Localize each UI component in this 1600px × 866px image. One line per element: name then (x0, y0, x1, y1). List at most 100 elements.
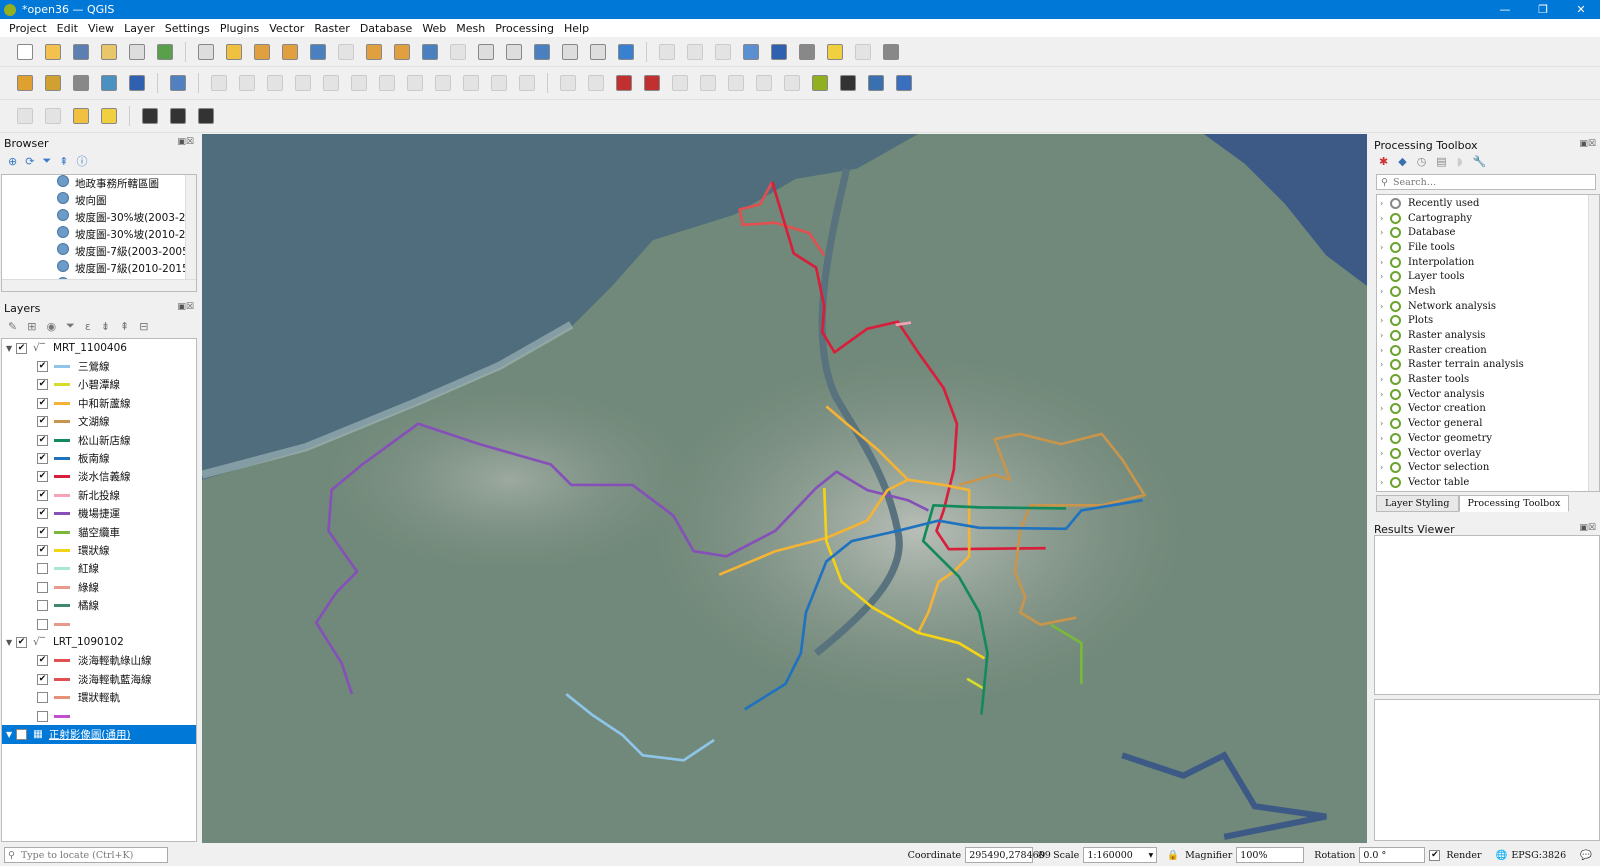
toggle-extents-icon[interactable]: ✇ (1037, 850, 1045, 861)
toolbox-group[interactable]: › Mesh (1380, 284, 1599, 299)
zoom-in-button[interactable] (251, 41, 273, 63)
layer-visibility-checkbox[interactable]: ✔ (16, 728, 27, 740)
text-annotation-button[interactable] (880, 41, 902, 63)
legend-item-checkbox[interactable]: ✔ (37, 361, 48, 373)
menu-database[interactable]: Database (355, 22, 418, 35)
magnifier-spinbox[interactable]: 100% (1236, 847, 1305, 863)
new-print-layout-button[interactable] (98, 41, 120, 63)
toolbox-group[interactable]: › Raster terrain analysis (1380, 358, 1599, 373)
legend-item-checkbox[interactable]: ✔ (37, 489, 48, 501)
toolbox-search-input[interactable]: ⚲ Search… (1376, 174, 1596, 190)
new-virtual-layer-button[interactable] (126, 72, 148, 94)
restore-button[interactable]: ❐ (1524, 3, 1562, 16)
menu-raster[interactable]: Raster (309, 22, 354, 35)
save-project-button[interactable] (70, 41, 92, 63)
close-button[interactable]: ✕ (1562, 3, 1600, 16)
legend-item[interactable]: 橘線 (2, 596, 196, 614)
legend-item[interactable]: ✔ 小碧潭線 (2, 376, 196, 394)
zoom-last-button[interactable] (419, 41, 441, 63)
legend-item[interactable]: 環狀輕軌 (2, 688, 196, 706)
filter-icon[interactable]: ⏷ (42, 154, 51, 168)
legend-item[interactable] (2, 707, 196, 725)
menu-layer[interactable]: Layer (119, 22, 160, 35)
field-calculator-button[interactable] (712, 41, 734, 63)
locator-input[interactable]: ⚲ Type to locate (Ctrl+K) (4, 847, 168, 863)
expand-arrow-icon[interactable]: › (1380, 346, 1390, 355)
expand-arrow-icon[interactable]: › (1380, 287, 1390, 296)
zoom-to-selection-button[interactable] (335, 41, 357, 63)
raster-layer[interactable]: ▼ ✔ ▦ 正射影像圖(通用) (2, 725, 196, 744)
new-bookmark-button[interactable] (531, 41, 553, 63)
expand-arrow-icon[interactable]: › (1380, 390, 1390, 399)
panel-close-icon[interactable]: ▣☒ (1579, 523, 1596, 534)
panel-close-icon[interactable]: ▣☒ (177, 302, 194, 313)
pan-button[interactable] (195, 41, 217, 63)
expand-arrow-icon[interactable]: › (1380, 214, 1390, 223)
expand-arrow-icon[interactable]: › (1380, 272, 1390, 281)
toolbox-group[interactable]: › Network analysis (1380, 299, 1599, 314)
tab-processing-toolbox[interactable]: Processing Toolbox (1458, 495, 1570, 512)
legend-item-checkbox[interactable] (37, 563, 48, 575)
select-by-location-button[interactable] (14, 105, 36, 127)
manage-visibility-icon[interactable]: ◉ (46, 320, 56, 333)
browser-item[interactable]: 坡度圖-7級(2003-2005) (57, 243, 196, 260)
expand-arrow-icon[interactable]: › (1380, 331, 1390, 340)
legend-item[interactable]: ✔ 淡海輕軌綠山線 (2, 652, 196, 670)
label-props-button[interactable] (781, 72, 803, 94)
toolbox-group[interactable]: › Vector creation (1380, 402, 1599, 417)
label-toolbar-button[interactable] (557, 72, 579, 94)
legend-item-checkbox[interactable]: ✔ (37, 453, 48, 465)
legend-item[interactable]: 綠線 (2, 578, 196, 596)
qgis-cloud-button[interactable] (837, 72, 859, 94)
legend-item[interactable]: ✔ 淡水信義線 (2, 468, 196, 486)
browser-item[interactable]: 地政事務所轄區圖 (57, 175, 196, 192)
select-feature-button[interactable] (852, 41, 874, 63)
browser-scrollbar-h[interactable] (2, 279, 196, 291)
toolbox-group[interactable]: › Plots (1380, 314, 1599, 329)
toolbox-group[interactable]: › File tools (1380, 240, 1599, 255)
map-tips-button[interactable] (824, 41, 846, 63)
select-by-expression-button[interactable] (98, 105, 120, 127)
change-label-button[interactable] (725, 72, 747, 94)
zoom-next-button[interactable] (447, 41, 469, 63)
add-icon[interactable]: ⊕ (8, 155, 17, 168)
legend-item-checkbox[interactable]: ✔ (37, 526, 48, 538)
edit-features-icon[interactable]: ◗ (1457, 155, 1463, 168)
histogram-button[interactable] (167, 105, 189, 127)
help-button[interactable] (893, 72, 915, 94)
expand-arrow-icon[interactable]: › (1380, 258, 1390, 267)
processing-toolbox-button[interactable] (740, 41, 762, 63)
expand-arrow-icon[interactable]: ▼ (6, 344, 16, 353)
collapse-all-icon[interactable]: ⇞ (120, 320, 129, 333)
expression-filter-icon[interactable]: ε (85, 320, 91, 333)
browser-item[interactable]: 坡度圖-7級(2010-2015) (57, 260, 196, 277)
legend-item-checkbox[interactable]: ✔ (37, 379, 48, 391)
legend-item-checkbox[interactable] (37, 618, 48, 630)
legend-item-checkbox[interactable]: ✔ (37, 397, 48, 409)
menu-help[interactable]: Help (559, 22, 594, 35)
diagram-button[interactable] (641, 72, 663, 94)
legend-item[interactable]: ✔ 文湖線 (2, 413, 196, 431)
legend-item-checkbox[interactable]: ✔ (37, 655, 48, 667)
rotate-label-button[interactable] (697, 72, 719, 94)
copy-features-button[interactable] (432, 72, 454, 94)
legend-item-checkbox[interactable]: ✔ (37, 673, 48, 685)
expand-arrow-icon[interactable]: › (1380, 360, 1390, 369)
open-project-button[interactable] (42, 41, 64, 63)
expand-all-icon[interactable]: ⇟ (101, 320, 110, 333)
browser-item[interactable]: 坡度圖-30%坡(2003-2005) (57, 209, 196, 226)
layout-manager-button[interactable] (126, 41, 148, 63)
undo-button[interactable] (488, 72, 510, 94)
expand-arrow-icon[interactable]: › (1380, 463, 1390, 472)
move-label-button[interactable] (669, 72, 691, 94)
toolbox-group[interactable]: › Vector selection (1380, 460, 1599, 475)
panel-close-icon[interactable]: ▣☒ (1579, 139, 1596, 149)
legend-item[interactable]: ✔ 松山新店線 (2, 431, 196, 449)
browser-item[interactable]: 坡度圖-30%坡(2010-2015) (57, 226, 196, 243)
legend-item[interactable]: ✔ 新北投線 (2, 486, 196, 504)
toolbox-group[interactable]: › Vector general (1380, 416, 1599, 431)
toolbox-group[interactable]: › Vector overlay (1380, 446, 1599, 461)
identify-button[interactable] (656, 41, 678, 63)
current-edits-button[interactable] (208, 72, 230, 94)
menu-vector[interactable]: Vector (264, 22, 309, 35)
